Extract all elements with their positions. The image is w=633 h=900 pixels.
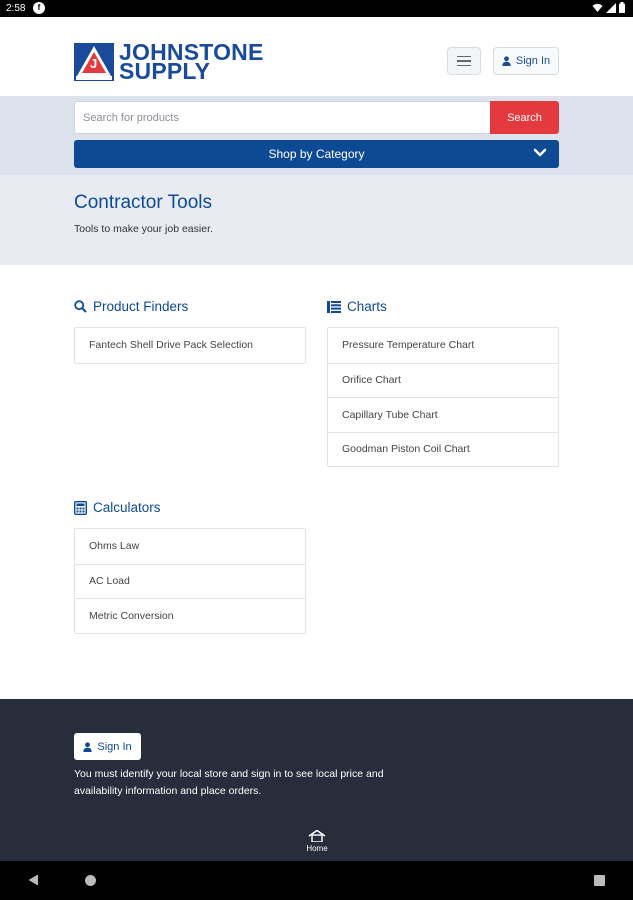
- calculator-icon: [74, 500, 87, 515]
- hamburger-icon-bar: [457, 64, 471, 67]
- header-sign-in-button[interactable]: Sign In: [493, 47, 559, 75]
- charts-heading: Charts: [327, 299, 387, 314]
- hamburger-menu-button[interactable]: [447, 47, 481, 75]
- logo-mark-letter: J: [90, 56, 98, 71]
- status-indicators: [592, 2, 625, 13]
- status-time: 2:58: [6, 3, 26, 14]
- page-hero: Contractor Tools Tools to make your job …: [0, 175, 633, 265]
- footer-sign-in-label: Sign In: [97, 740, 132, 753]
- system-nav-bar: [0, 861, 633, 900]
- search-button[interactable]: Search: [490, 101, 559, 134]
- calculators-list: Ohms Law AC Load Metric Conversion: [74, 528, 306, 634]
- site-header: J JOHNSTONE SUPPLY Sign In: [0, 17, 633, 96]
- home-tab-label: Home: [306, 844, 328, 853]
- list-item-fantech[interactable]: Fantech Shell Drive Pack Selection: [75, 328, 305, 363]
- list-item-goodman-piston-coil-chart[interactable]: Goodman Piston Coil Chart: [328, 431, 558, 467]
- logo-wordmark: JOHNSTONE SUPPLY: [119, 41, 264, 83]
- shop-by-category-dropdown[interactable]: Shop by Category: [74, 140, 559, 168]
- site-footer: Sign In You must identify your local sto…: [0, 699, 633, 861]
- hamburger-icon-bar: [457, 55, 471, 58]
- header-sign-in-label: Sign In: [515, 55, 551, 67]
- search-icon: [74, 300, 87, 313]
- wifi-icon: [592, 3, 603, 12]
- johnstone-supply-logo[interactable]: J JOHNSTONE SUPPLY: [74, 41, 264, 83]
- list-item-pressure-temperature-chart[interactable]: Pressure Temperature Chart: [328, 328, 558, 363]
- search-input[interactable]: [74, 101, 490, 134]
- chevron-down-icon: [533, 148, 547, 157]
- home-circle-icon[interactable]: [85, 875, 96, 886]
- list-item-metric-conversion[interactable]: Metric Conversion: [75, 598, 305, 633]
- store-sign-in-notice: You must identify your local store and s…: [74, 768, 384, 797]
- list-item-orifice-chart[interactable]: Orifice Chart: [328, 362, 558, 398]
- home-icon: [308, 829, 326, 843]
- search-band: Search Shop by Category: [0, 96, 633, 175]
- footer-sign-in-button[interactable]: Sign In: [74, 733, 141, 760]
- recents-square-icon[interactable]: [594, 875, 605, 886]
- shop-by-category-label: Shop by Category: [268, 147, 365, 161]
- cell-signal-icon: [606, 2, 616, 13]
- page-title: Contractor Tools: [74, 192, 212, 213]
- status-bar: 2:58 f: [0, 0, 633, 17]
- logo-mark-icon: J: [74, 43, 114, 81]
- home-tab[interactable]: Home: [297, 829, 337, 853]
- battery-icon: [619, 2, 625, 13]
- page-subtitle: Tools to make your job easier.: [74, 223, 213, 235]
- charts-list: Pressure Temperature Chart Orifice Chart…: [327, 327, 559, 467]
- user-icon: [502, 56, 511, 66]
- product-finders-title: Product Finders: [93, 299, 189, 314]
- back-icon[interactable]: [28, 874, 39, 886]
- hamburger-icon-bar: [457, 60, 471, 62]
- list-item-capillary-tube-chart[interactable]: Capillary Tube Chart: [328, 397, 558, 432]
- chart-list-icon: [327, 300, 341, 313]
- product-finders-heading: Product Finders: [74, 299, 188, 314]
- list-item-ac-load[interactable]: AC Load: [75, 563, 305, 599]
- calculators-title: Calculators: [93, 500, 161, 515]
- app-notification-icon: f: [33, 2, 45, 14]
- list-item-ohms-law[interactable]: Ohms Law: [75, 529, 305, 564]
- calculators-heading: Calculators: [74, 500, 161, 515]
- user-icon: [83, 741, 93, 752]
- product-finders-list: Fantech Shell Drive Pack Selection: [74, 327, 306, 364]
- charts-title: Charts: [347, 299, 387, 314]
